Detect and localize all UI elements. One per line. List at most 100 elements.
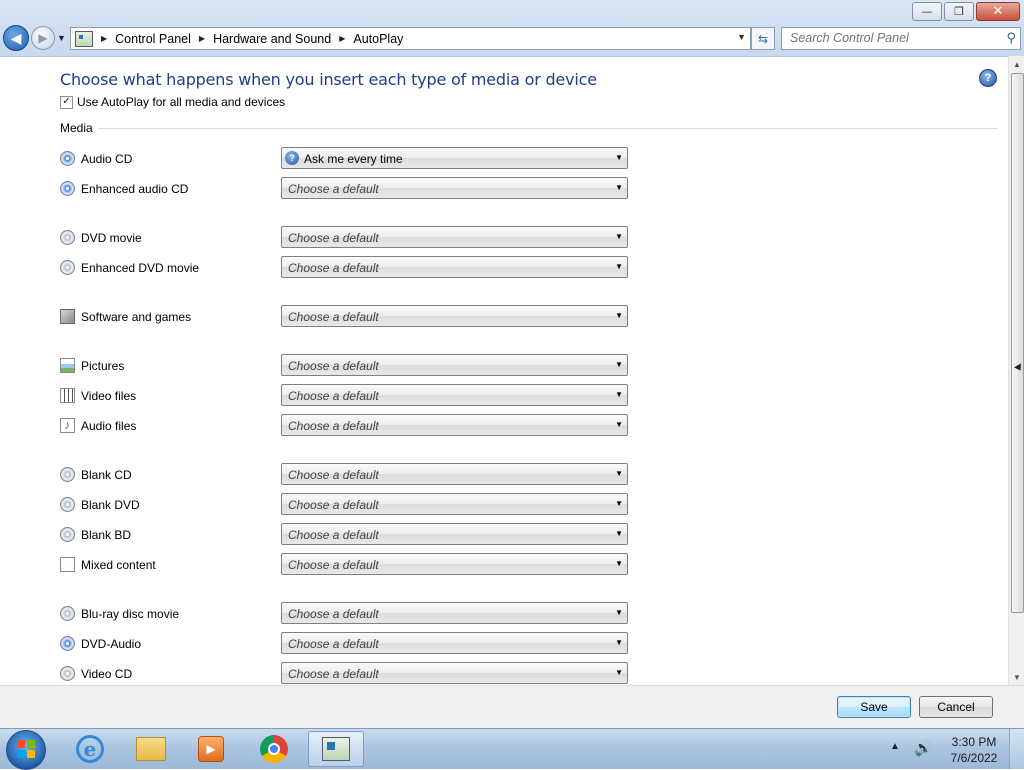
media-label: Video files [81,389,137,403]
chevron-down-icon: ▼ [615,420,623,429]
dvd-audio-icon [60,636,75,651]
software-games-icon [60,309,75,324]
media-row-dvd-audio: DVD-Audio Choose a default ▼ [60,632,640,656]
caption-buttons: — ❐ ✕ [912,2,1020,21]
restore-button[interactable]: ❐ [944,2,974,21]
address-dropdown-icon[interactable]: ▼ [737,32,746,42]
select-value: Choose a default [288,419,379,433]
taskbar-chrome[interactable] [246,731,302,767]
blank-cd-select[interactable]: Choose a default ▼ [281,463,628,485]
refresh-icon: ⇆ [757,31,769,46]
start-button[interactable] [6,730,46,770]
breadcrumb-hardware-and-sound[interactable]: Hardware and Sound [213,32,331,46]
blank-bd-select[interactable]: Choose a default ▼ [281,523,628,545]
forward-button[interactable]: ▶ [31,26,55,50]
dvd-movie-select[interactable]: Choose a default ▼ [281,226,628,248]
select-value: Choose a default [288,261,379,275]
scroll-down-icon[interactable]: ▼ [1009,669,1024,685]
taskbar-file-explorer[interactable] [123,731,179,767]
software-and-games-select[interactable]: Choose a default ▼ [281,305,628,327]
close-button[interactable]: ✕ [976,2,1020,21]
chevron-down-icon: ▼ [615,311,623,320]
enhanced-audio-cd-icon [60,181,75,196]
video-files-select[interactable]: Choose a default ▼ [281,384,628,406]
help-icon[interactable]: ? [979,69,997,87]
clock-date: 7/6/2022 [950,751,998,765]
breadcrumb-control-panel[interactable]: Control Panel [115,32,191,46]
scroll-up-icon[interactable]: ▲ [1009,56,1024,72]
media-label: Software and games [81,310,192,324]
search-input[interactable] [782,28,1000,47]
media-row-audio-cd: Audio CD ? Ask me every time ▼ [60,147,640,171]
refresh-button[interactable]: ⇆ [751,27,775,50]
cancel-button[interactable]: Cancel [919,696,993,718]
dvd-audio-select[interactable]: Choose a default ▼ [281,632,628,654]
audio-files-select[interactable]: Choose a default ▼ [281,414,628,436]
search-icon[interactable]: ⚲ [1006,30,1016,46]
pictures-icon [60,358,75,373]
select-value: Ask me every time [304,152,403,166]
mixed-content-select[interactable]: Choose a default ▼ [281,553,628,575]
autoplay-all-label[interactable]: Use AutoPlay for all media and devices [77,95,285,109]
enhanced-audio-cd-select[interactable]: Choose a default ▼ [281,177,628,199]
chevron-right-icon[interactable]: ▶ [101,34,107,43]
dialog-button-bar: Save Cancel [0,685,1024,729]
select-value: Choose a default [288,359,379,373]
select-value: Choose a default [288,558,379,572]
minimize-icon: — [921,5,933,18]
media-label: Enhanced DVD movie [81,261,200,275]
recent-pages-dropdown[interactable]: ▼ [57,33,66,43]
media-label: Blank BD [81,528,132,542]
show-hidden-icons-icon[interactable]: ▲ [890,741,900,752]
minimize-button[interactable]: — [912,2,942,21]
media-label: DVD movie [81,231,142,245]
media-row-dvd-movie: DVD movie Choose a default ▼ [60,226,640,250]
media-row-enhanced-dvd-movie: Enhanced DVD movie Choose a default ▼ [60,256,640,280]
select-value: Choose a default [288,182,379,196]
blank-bd-icon [60,527,75,542]
breadcrumb: ▶ Control Panel ▶ Hardware and Sound ▶ A… [93,32,403,46]
media-player-icon: ▶ [198,736,224,762]
audio-cd-select[interactable]: ? Ask me every time ▼ [281,147,628,169]
media-row-mixed-content: Mixed content Choose a default ▼ [60,553,640,577]
volume-icon[interactable]: 🔊 [914,739,933,757]
media-label: Mixed content [81,558,156,572]
autoplay-content: Choose what happens when you insert each… [0,56,1008,686]
pictures-select[interactable]: Choose a default ▼ [281,354,628,376]
media-row-blank-bd: Blank BD Choose a default ▼ [60,523,640,547]
blank-dvd-select[interactable]: Choose a default ▼ [281,493,628,515]
select-value: Choose a default [288,637,379,651]
chrome-icon [260,735,288,763]
taskbar-media-player[interactable]: ▶ [183,731,239,767]
chevron-down-icon: ▼ [615,232,623,241]
media-label: Video CD [81,667,133,681]
breadcrumb-autoplay[interactable]: AutoPlay [353,32,403,46]
select-value: Choose a default [288,498,379,512]
bluray-movie-select[interactable]: Choose a default ▼ [281,602,628,624]
address-bar[interactable]: ▶ Control Panel ▶ Hardware and Sound ▶ A… [70,27,751,50]
audio-cd-icon [60,151,75,166]
taskbar-internet-explorer[interactable]: e [62,731,118,767]
media-label: DVD-Audio [81,637,142,651]
audio-files-icon: ♪ [60,418,75,433]
video-cd-select[interactable]: Choose a default ▼ [281,662,628,684]
chevron-right-icon[interactable]: ▶ [339,34,345,43]
media-label: Blank DVD [81,498,140,512]
taskbar-clock[interactable]: 3:30 PM 7/6/2022 [946,734,1002,766]
media-row-software-and-games: Software and games Choose a default ▼ [60,305,640,329]
bluray-movie-icon [60,606,75,621]
media-row-blank-cd: Blank CD Choose a default ▼ [60,463,640,487]
chevron-right-icon[interactable]: ▶ [199,34,205,43]
enhanced-dvd-movie-select[interactable]: Choose a default ▼ [281,256,628,278]
back-button[interactable]: ◀ [3,25,29,51]
media-row-video-files: Video files Choose a default ▼ [60,384,640,408]
close-icon: ✕ [992,4,1004,19]
show-desktop-button[interactable] [1009,729,1024,769]
taskbar-control-panel[interactable] [308,731,364,767]
search-box[interactable]: ⚲ [781,27,1021,50]
save-button[interactable]: Save [837,696,911,718]
autoplay-all-checkbox[interactable]: ✓ [60,95,73,109]
internet-explorer-icon: e [76,735,104,763]
scrollbar-thumb[interactable] [1011,73,1024,613]
chevron-down-icon: ▼ [615,153,623,162]
